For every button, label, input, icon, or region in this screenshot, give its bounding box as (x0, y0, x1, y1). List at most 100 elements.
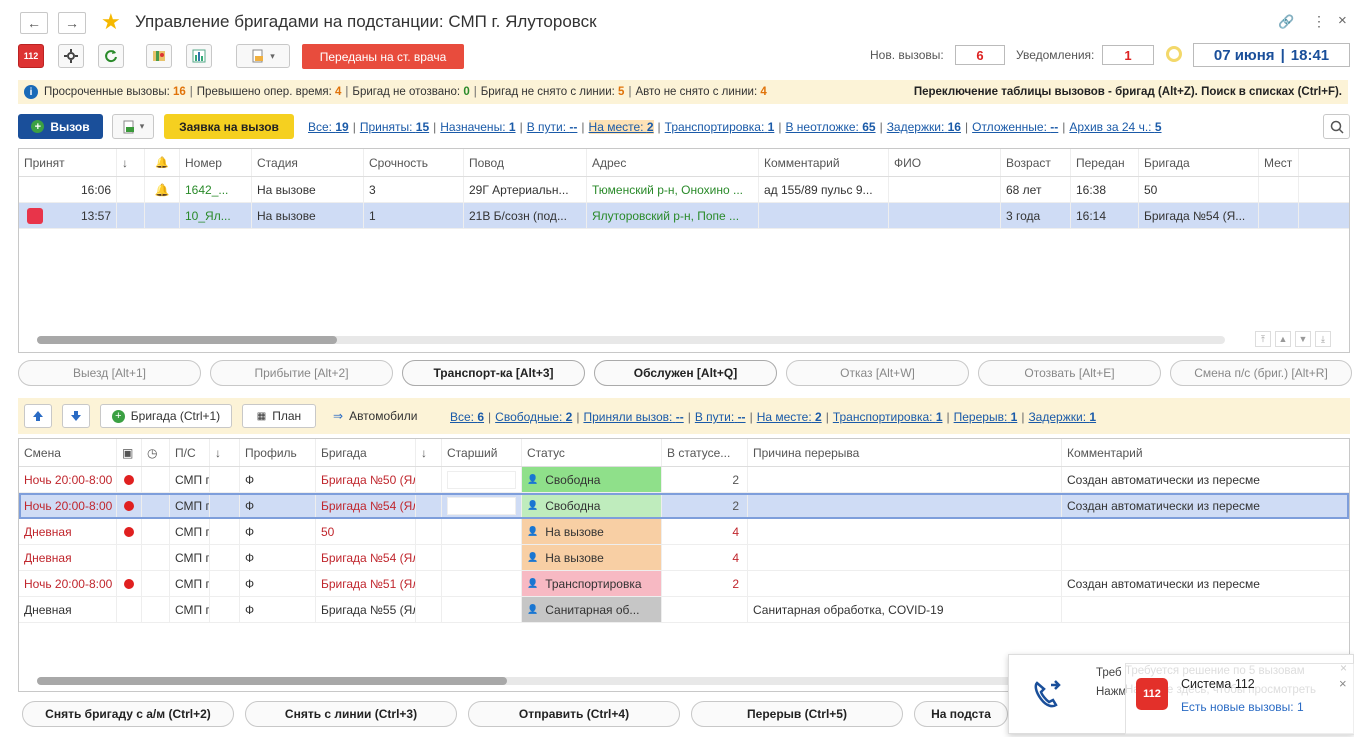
car-column-icon[interactable]: ▣ (117, 439, 142, 466)
brig-col-header-3[interactable]: П/С (170, 439, 210, 466)
move-down-icon[interactable] (62, 404, 90, 428)
forward-button[interactable]: → (58, 12, 86, 34)
brigade-row[interactable]: Дневная СМП г. ... Ф50 👤 На вызове 4 (19, 519, 1349, 545)
action-button-3[interactable]: Обслужен [Alt+Q] (594, 360, 777, 386)
new-calls-link[interactable]: Есть новые вызовы: 1 (1181, 700, 1304, 714)
popup-close-icon[interactable]: × (1339, 676, 1347, 691)
brig_toolbar-filter-6[interactable]: Перерыв: 1 (954, 410, 1018, 424)
action-button-1[interactable]: Прибытие [Alt+2] (210, 360, 393, 386)
brig-col-header-6[interactable]: Бригада (316, 439, 416, 466)
scroll-up-icon[interactable]: ▲ (1275, 331, 1291, 347)
bottom-button-2[interactable]: Отправить (Ctrl+4) (468, 701, 680, 727)
print-dropdown-button[interactable]: ▾ (236, 44, 290, 68)
calls-col-header-8[interactable]: Комментарий (759, 149, 889, 176)
clock-column-icon[interactable]: ◷ (142, 439, 170, 466)
calls-col-header-13[interactable]: Мест (1259, 149, 1299, 176)
not-recalled-count[interactable]: 0 (463, 86, 469, 98)
bottom-button-0[interactable]: Снять бригаду с а/м (Ctrl+2) (22, 701, 234, 727)
brig_toolbar-filter-1[interactable]: Свободные: 2 (495, 410, 572, 424)
new-call-button[interactable]: + Вызов (18, 114, 103, 139)
notifications-count[interactable]: 1 (1102, 45, 1154, 65)
brig-col-header-11[interactable]: Причина перерыва (748, 439, 1062, 466)
calls-col-header-9[interactable]: ФИО (889, 149, 1001, 176)
calls-col-header-10[interactable]: Возраст (1001, 149, 1071, 176)
calls-col-header-3[interactable]: Номер (180, 149, 252, 176)
brig-col-header-0[interactable]: Смена (19, 439, 117, 466)
brig-col-header-12[interactable]: Комментарий (1062, 439, 1349, 466)
action-button-6[interactable]: Смена п/с (бриг.) [Alt+R] (1170, 360, 1352, 386)
call-request-button[interactable]: Заявка на вызов (164, 114, 294, 139)
brigade-row[interactable]: Ночь 20:00-8:00 СМП г. ... ФБригада №50 (Я… (19, 467, 1349, 493)
bottom-button-1[interactable]: Снять с линии (Ctrl+3) (245, 701, 457, 727)
back-button[interactable]: ← (20, 12, 48, 34)
calls-col-header-7[interactable]: Адрес (587, 149, 759, 176)
brig-col-header-7[interactable]: ↓ (416, 439, 442, 466)
brig_toolbar-filter-2[interactable]: Приняли вызов: -- (583, 410, 683, 424)
brigade-row[interactable]: Дневная СМП г. ... ФБригада №54 (Ялут... 👤 Н… (19, 545, 1349, 571)
bottom-button-3[interactable]: Перерыв (Ctrl+5) (691, 701, 903, 727)
brig-col-header-9[interactable]: Статус (522, 439, 662, 466)
brigade-row[interactable]: Ночь 20:00-8:00 СМП г. ... ФБригада №54 (Я… (19, 493, 1349, 519)
action-button-5[interactable]: Отозвать [Alt+E] (978, 360, 1161, 386)
add-brigade-button[interactable]: + Бригада (Ctrl+1) (100, 404, 232, 428)
new-calls-count[interactable]: 6 (955, 45, 1005, 65)
popup-background-close-icon[interactable]: × (1340, 661, 1347, 675)
overdue-count[interactable]: 16 (173, 86, 186, 98)
scroll-top-icon[interactable]: ⤒ (1255, 331, 1271, 347)
brig-col-header-4[interactable]: ↓ (210, 439, 240, 466)
cars-button[interactable]: ⇒ Автомобили (333, 409, 417, 423)
calls-table-row[interactable]: 13:57 10_Ял... На вызове 1 21В Б/созн (под..… (19, 203, 1349, 229)
brigades-horizontal-scrollbar[interactable] (37, 677, 1037, 685)
brig_toolbar-filter-7[interactable]: Задержки: 1 (1028, 410, 1096, 424)
plan-button[interactable]: ▦ План (242, 404, 316, 428)
action-button-0[interactable]: Выезд [Alt+1] (18, 360, 201, 386)
calls_toolbar-filter-8[interactable]: Отложенные: -- (972, 120, 1058, 134)
bell-column-icon[interactable]: 🔔 (145, 149, 180, 176)
calls_toolbar-filter-3[interactable]: В пути: -- (527, 120, 578, 134)
calls_toolbar-filter-1[interactable]: Приняты: 15 (360, 120, 429, 134)
calls-col-header-4[interactable]: Стадия (252, 149, 364, 176)
calls-col-header-11[interactable]: Передан (1071, 149, 1139, 176)
favorite-star-icon[interactable]: ★ (101, 9, 121, 35)
bottom-button-4[interactable]: На подста (914, 701, 1008, 727)
link-icon[interactable]: 🔗 (1278, 14, 1294, 30)
calls-col-header-6[interactable]: Повод (464, 149, 587, 176)
senior-input[interactable] (447, 470, 516, 489)
more-icon[interactable]: ⋮ (1312, 13, 1326, 30)
calls-table-row[interactable]: 16:06 🔔 1642_... На вызове 3 29Г Артериальн..… (19, 177, 1349, 203)
settings-gear-icon[interactable] (58, 44, 84, 68)
report-icon[interactable] (186, 44, 212, 68)
brig_toolbar-filter-4[interactable]: На месте: 2 (757, 410, 822, 424)
auto-count[interactable]: 4 (760, 86, 766, 98)
system112-button[interactable]: 112 (18, 44, 44, 68)
calls_toolbar-filter-9[interactable]: Архив за 24 ч.: 5 (1069, 120, 1161, 134)
move-up-icon[interactable] (24, 404, 52, 428)
brigade-row[interactable]: Дневная СМП г. ... ФБригада №55 (Ялут... 👤 С… (19, 597, 1349, 623)
senior-input[interactable] (447, 496, 516, 515)
calls-col-header-1[interactable]: ↓ (117, 149, 145, 176)
brig-col-header-8[interactable]: Старший (442, 439, 522, 466)
calls-col-header-0[interactable]: Принят (19, 149, 117, 176)
brig_toolbar-filter-0[interactable]: Все: 6 (450, 410, 484, 424)
oper-count[interactable]: 4 (335, 86, 341, 98)
calls-col-header-12[interactable]: Бригада (1139, 149, 1259, 176)
search-icon[interactable] (1323, 114, 1350, 139)
map-icon[interactable] (146, 44, 172, 68)
refresh-icon[interactable] (98, 44, 124, 68)
calls_toolbar-filter-0[interactable]: Все: 19 (308, 120, 349, 134)
close-icon[interactable]: × (1338, 12, 1347, 29)
calls-print-dropdown[interactable]: ▾ (112, 114, 154, 139)
scroll-down-icon[interactable]: ▼ (1295, 331, 1311, 347)
system112-notification[interactable]: 112 Система 112 Есть новые вызовы: 1 × (1125, 663, 1354, 735)
brig-col-header-10[interactable]: В статусе... (662, 439, 748, 466)
notification-popup[interactable]: Треб Нажм Требуется решение по 5 вызовам… (1008, 654, 1354, 735)
action-button-2[interactable]: Транспорт-ка [Alt+3] (402, 360, 585, 386)
action-button-4[interactable]: Отказ [Alt+W] (786, 360, 969, 386)
not-removed-count[interactable]: 5 (618, 86, 624, 98)
brig_toolbar-filter-3[interactable]: В пути: -- (695, 410, 746, 424)
calls_toolbar-filter-5[interactable]: Транспортировка: 1 (665, 120, 775, 134)
calls_toolbar-filter-7[interactable]: Задержки: 16 (887, 120, 961, 134)
brigade-row[interactable]: Ночь 20:00-8:00 СМП г. ... ФБригада №51 (Я… (19, 571, 1349, 597)
calls_toolbar-filter-6[interactable]: В неотложке: 65 (785, 120, 875, 134)
transfer-to-doctor-button[interactable]: Переданы на ст. врача (302, 44, 464, 69)
